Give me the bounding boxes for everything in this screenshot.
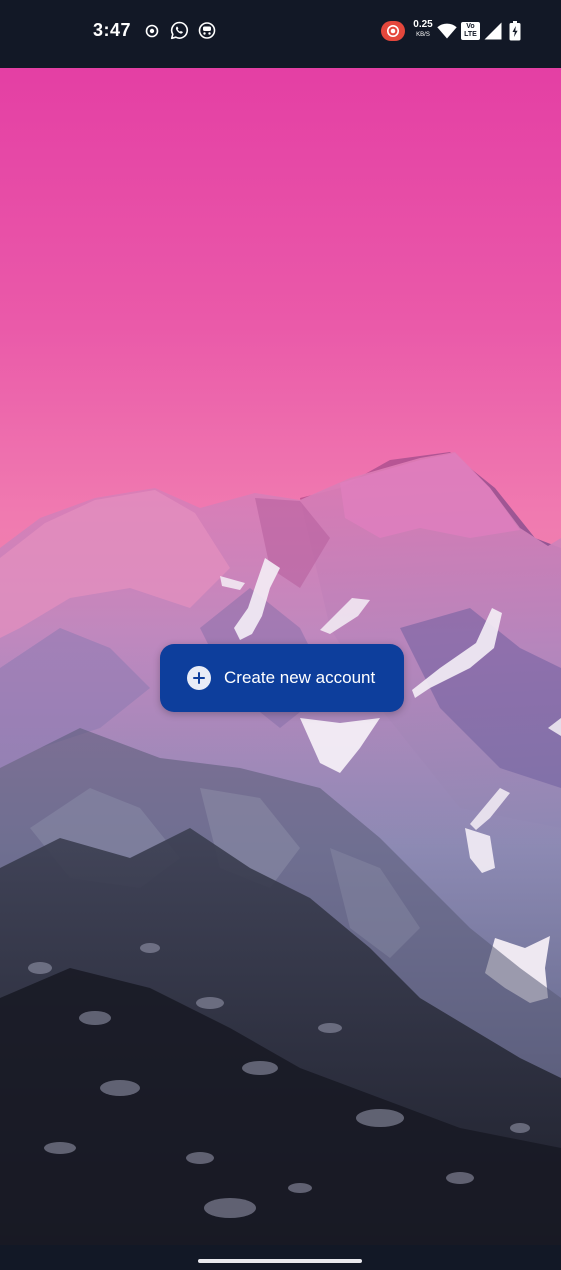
battery-charging-icon: [509, 21, 521, 41]
notification-dot-icon: [145, 24, 159, 38]
volte-icon: Vo LTE: [461, 22, 480, 40]
volte-top-label: Vo: [466, 23, 475, 30]
create-new-account-label: Create new account: [224, 668, 376, 687]
plus-circle-icon: [187, 666, 211, 690]
navigation-bar: [0, 1245, 561, 1270]
status-time: 3:47: [93, 20, 132, 40]
home-gesture-handle[interactable]: [198, 1259, 362, 1263]
home-screen: 3:47 0.25 KB/S Vo LTE Create new account: [0, 0, 561, 1270]
app-notification-icon: [198, 22, 216, 39]
network-speed-unit: KB/S: [416, 32, 430, 38]
volte-bottom-label: LTE: [464, 31, 477, 38]
whatsapp-icon: [170, 21, 188, 40]
wifi-icon: [437, 23, 457, 39]
screen-record-icon: [381, 21, 405, 41]
cellular-signal-icon: [484, 22, 502, 40]
network-speed: 0.25 KB/S: [410, 19, 436, 39]
create-new-account-button[interactable]: Create new account: [160, 644, 404, 712]
network-speed-value: 0.25: [413, 19, 433, 30]
status-bar: 3:47 0.25 KB/S Vo LTE: [0, 0, 561, 68]
